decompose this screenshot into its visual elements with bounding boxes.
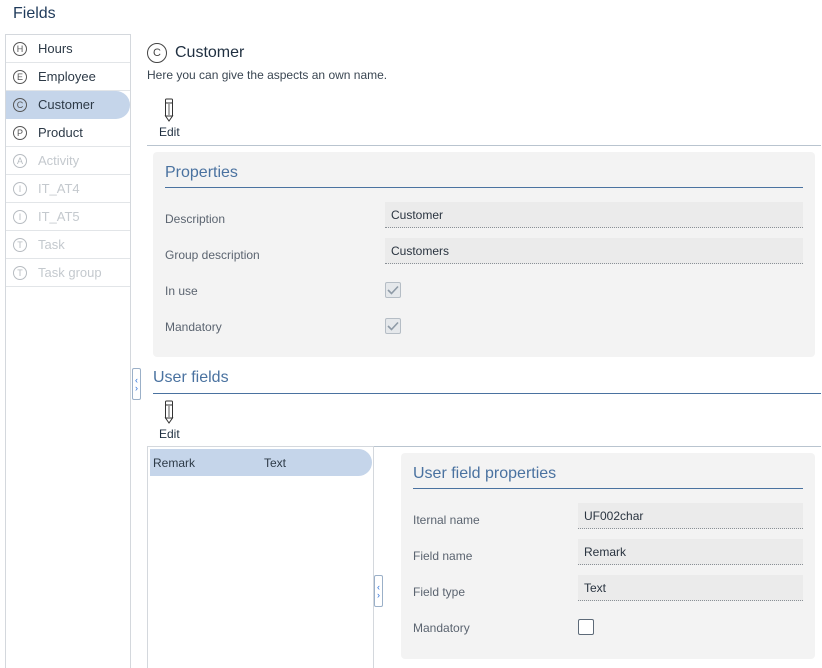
user-field-type: Text bbox=[264, 456, 287, 470]
user-field-row[interactable]: Remark Text bbox=[150, 449, 372, 476]
field-type-label: Field type bbox=[413, 585, 466, 599]
uf-mandatory-label: Mandatory bbox=[413, 621, 470, 635]
pencil-icon bbox=[164, 98, 174, 122]
properties-panel: Properties Description Customer Group de… bbox=[153, 152, 815, 357]
checkmark-icon bbox=[387, 285, 399, 295]
uf-mandatory-checkbox[interactable] bbox=[578, 619, 594, 635]
page-title: Fields bbox=[13, 5, 56, 22]
letter-i-icon: I bbox=[13, 181, 27, 196]
user-fields-title: User fields bbox=[153, 369, 229, 386]
checkmark-icon bbox=[387, 321, 399, 331]
field-name-field[interactable]: Remark bbox=[578, 539, 803, 565]
group-description-field[interactable]: Customers bbox=[385, 238, 803, 264]
nav-item-label: Hours bbox=[38, 41, 73, 56]
chevron-right-icon: › bbox=[135, 383, 138, 393]
aspect-nav: H Hours E Employee C Customer P Product … bbox=[5, 34, 131, 668]
nav-item-customer[interactable]: C Customer bbox=[6, 91, 130, 119]
nav-item-it-at4[interactable]: I IT_AT4 bbox=[6, 175, 130, 203]
in-use-label: In use bbox=[165, 284, 198, 298]
letter-c-icon: C bbox=[13, 97, 27, 112]
in-use-checkbox[interactable] bbox=[385, 282, 401, 298]
user-field-name: Remark bbox=[153, 456, 196, 470]
letter-t-icon: T bbox=[13, 265, 27, 280]
user-field-properties-rule bbox=[413, 488, 803, 489]
nav-item-label: Customer bbox=[38, 97, 95, 112]
internal-name-field[interactable]: UF002char bbox=[578, 503, 803, 529]
aspect-title: Customer bbox=[175, 44, 245, 61]
toolbar-divider bbox=[147, 145, 821, 146]
nav-item-label: Activity bbox=[38, 153, 80, 168]
field-name-label: Field name bbox=[413, 549, 473, 563]
aspect-letter-icon: C bbox=[147, 43, 167, 63]
letter-p-icon: P bbox=[13, 125, 27, 140]
nav-item-label: IT_AT5 bbox=[38, 209, 80, 224]
collapse-nav-handle[interactable]: ‹ › bbox=[132, 368, 141, 400]
nav-item-label: Task group bbox=[38, 265, 102, 280]
user-fields-title-rule bbox=[153, 393, 821, 394]
pencil-icon bbox=[164, 400, 174, 424]
collapse-list-handle[interactable]: ‹ › bbox=[374, 575, 383, 607]
letter-e-icon: E bbox=[13, 69, 27, 84]
edit-label: Edit bbox=[159, 427, 180, 441]
description-label: Description bbox=[165, 212, 226, 226]
edit-properties-button[interactable]: Edit bbox=[159, 98, 180, 139]
field-type-field[interactable]: Text bbox=[578, 575, 803, 601]
internal-name-label: Iternal name bbox=[413, 513, 480, 527]
nav-item-task[interactable]: T Task bbox=[6, 231, 130, 259]
properties-title: Properties bbox=[165, 164, 238, 181]
letter-t-icon: T bbox=[13, 237, 27, 252]
nav-item-label: IT_AT4 bbox=[38, 181, 80, 196]
nav-item-hours[interactable]: H Hours bbox=[6, 35, 130, 63]
letter-i-icon: I bbox=[13, 209, 27, 224]
nav-item-label: Product bbox=[38, 125, 83, 140]
nav-item-employee[interactable]: E Employee bbox=[6, 63, 130, 91]
user-field-list: Remark Text bbox=[147, 446, 374, 668]
letter-h-icon: H bbox=[13, 41, 27, 56]
group-description-label: Group description bbox=[165, 248, 260, 262]
nav-item-it-at5[interactable]: I IT_AT5 bbox=[6, 203, 130, 231]
description-field[interactable]: Customer bbox=[385, 202, 803, 228]
nav-item-label: Task bbox=[38, 237, 65, 252]
nav-item-product[interactable]: P Product bbox=[6, 119, 130, 147]
edit-label: Edit bbox=[159, 125, 180, 139]
aspect-subtitle: Here you can give the aspects an own nam… bbox=[147, 68, 388, 82]
edit-user-fields-button[interactable]: Edit bbox=[159, 400, 180, 441]
chevron-right-icon: › bbox=[377, 590, 380, 600]
user-field-properties-title: User field properties bbox=[413, 465, 557, 482]
nav-item-task-group[interactable]: T Task group bbox=[6, 259, 130, 287]
user-field-properties-panel: User field properties Iternal name UF002… bbox=[401, 453, 815, 659]
nav-item-label: Employee bbox=[38, 69, 96, 84]
mandatory-label: Mandatory bbox=[165, 320, 222, 334]
nav-item-activity[interactable]: A Activity bbox=[6, 147, 130, 175]
mandatory-checkbox[interactable] bbox=[385, 318, 401, 334]
properties-title-rule bbox=[165, 187, 803, 188]
letter-a-icon: A bbox=[13, 153, 27, 168]
